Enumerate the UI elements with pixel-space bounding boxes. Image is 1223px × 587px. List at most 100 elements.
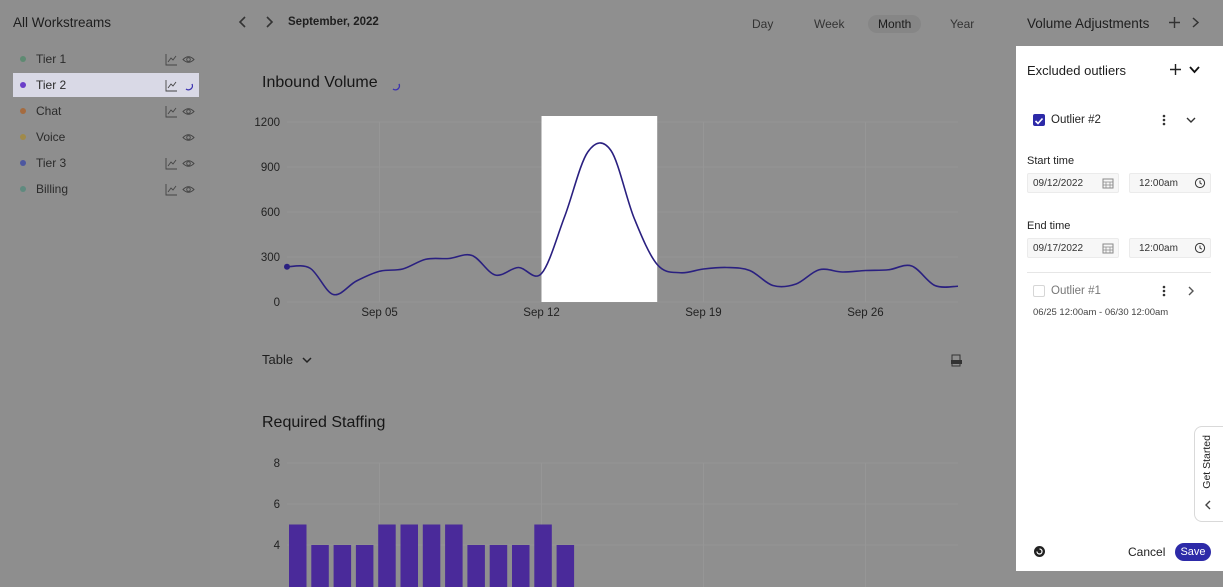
- add-outlier-icon[interactable]: [1169, 63, 1182, 76]
- more-vertical-icon[interactable]: [1158, 284, 1170, 298]
- bar: [534, 524, 552, 587]
- workstream-item-tier-2[interactable]: Tier 2: [13, 73, 199, 97]
- end-date-field[interactable]: 09/17/2022: [1027, 238, 1119, 258]
- panel-footer-strip: [1016, 571, 1223, 587]
- workstream-label: Voice: [36, 130, 66, 144]
- bar: [556, 545, 575, 587]
- more-vertical-icon[interactable]: [1158, 113, 1170, 127]
- y-tick-label: 0: [274, 297, 280, 309]
- bar: [489, 545, 508, 587]
- sidebar-title: All Workstreams: [13, 15, 112, 30]
- month-label: September, 2022: [288, 16, 379, 28]
- trend-chart-icon[interactable]: [165, 53, 178, 66]
- required-staffing-title: Required Staffing: [262, 414, 386, 431]
- workstream-item-chat[interactable]: Chat: [13, 99, 199, 123]
- workstream-label: Tier 1: [36, 52, 67, 66]
- x-tick-label: Sep 12: [523, 307, 559, 319]
- clock-icon: [1194, 177, 1206, 189]
- bar: [333, 545, 352, 587]
- start-date-field[interactable]: 09/12/2022: [1027, 173, 1119, 193]
- bar: [289, 524, 307, 587]
- workstream-color-dot: [20, 134, 26, 140]
- clock-icon: [1194, 242, 1206, 254]
- end-time-field[interactable]: 12:00am: [1129, 238, 1211, 258]
- bar: [355, 545, 374, 587]
- y-tick-label: 600: [261, 207, 280, 219]
- workstreams-sidebar: All Workstreams Tier 1 Tier 2 Chat Voice Tie…: [0, 0, 210, 587]
- loading-spinner-icon: [392, 83, 401, 91]
- workstream-label: Chat: [36, 104, 62, 118]
- eye-icon[interactable]: [182, 183, 195, 196]
- divider: [1027, 272, 1211, 273]
- eye-icon[interactable]: [182, 131, 195, 144]
- add-icon[interactable]: [1168, 16, 1181, 29]
- trend-chart-icon[interactable]: [165, 183, 178, 196]
- tab-week[interactable]: Week: [804, 15, 854, 33]
- tab-year[interactable]: Year: [940, 15, 984, 33]
- save-button[interactable]: Save: [1175, 543, 1211, 561]
- required-staffing-chart: 4 6 8: [274, 458, 958, 587]
- tab-month[interactable]: Month: [868, 15, 922, 33]
- workstream-color-dot: [20, 108, 26, 114]
- chevron-right-icon[interactable]: [1189, 16, 1202, 29]
- eye-icon[interactable]: [182, 53, 195, 66]
- loading-spinner-icon[interactable]: [182, 79, 195, 92]
- workstream-actions: [165, 183, 195, 196]
- workstream-color-dot: [20, 160, 26, 166]
- outlier2-label: Outlier #2: [1051, 114, 1101, 126]
- calendar-icon: [1102, 178, 1114, 189]
- bar: [422, 524, 441, 587]
- calendar-icon: [1102, 243, 1114, 254]
- workstream-actions: [165, 105, 195, 118]
- workstream-item-voice[interactable]: Voice: [13, 125, 199, 149]
- y-tick-label: 900: [261, 162, 280, 174]
- workstream-color-dot: [20, 56, 26, 62]
- checkmark-icon: [1034, 117, 1044, 125]
- x-tick-label: Sep 05: [361, 307, 397, 319]
- workstream-actions: [165, 79, 195, 92]
- workstream-actions: [182, 131, 195, 144]
- workstream-item-tier-1[interactable]: Tier 1: [13, 47, 199, 71]
- eye-icon[interactable]: [182, 157, 195, 170]
- workstream-actions: [165, 53, 195, 66]
- bar: [445, 524, 463, 587]
- inbound-volume-title: Inbound Volume: [262, 74, 378, 91]
- eye-icon[interactable]: [182, 105, 195, 118]
- bar: [400, 524, 418, 587]
- start-time-field[interactable]: 12:00am: [1129, 173, 1211, 193]
- chevron-down-icon[interactable]: [1188, 63, 1201, 76]
- chevron-down-icon[interactable]: [1185, 114, 1197, 126]
- tab-day[interactable]: Day: [742, 15, 783, 33]
- outlier1-checkbox[interactable]: [1033, 285, 1045, 297]
- workstream-item-billing[interactable]: Billing: [13, 177, 199, 201]
- get-started-tab[interactable]: Get Started: [1194, 426, 1223, 522]
- excluded-outliers-title: Excluded outliers: [1027, 63, 1126, 78]
- workstream-actions: [165, 157, 195, 170]
- chevron-left-icon[interactable]: [235, 14, 251, 30]
- chevron-right-icon[interactable]: [261, 14, 277, 30]
- start-time-value: 12:00am: [1139, 177, 1178, 189]
- undo-history-icon[interactable]: [1033, 545, 1046, 558]
- volume-adjustments-panel: Excluded outliers Outlier #2 Start time …: [1016, 46, 1223, 571]
- export-csv-icon[interactable]: [950, 354, 963, 367]
- trend-chart-icon[interactable]: [165, 79, 178, 92]
- chevron-down-icon: [302, 356, 312, 363]
- workstream-label: Tier 2: [36, 78, 67, 92]
- workstream-item-tier-3[interactable]: Tier 3: [13, 151, 199, 175]
- workstream-color-dot: [20, 186, 26, 192]
- outlier-highlight: [541, 116, 658, 302]
- y-tick-label: 1200: [254, 117, 280, 129]
- chevron-right-icon[interactable]: [1185, 285, 1197, 297]
- data-point: [284, 263, 290, 270]
- outlier2-checkbox[interactable]: [1033, 114, 1045, 126]
- table-toggle[interactable]: Table: [262, 352, 313, 367]
- x-tick-label: Sep 26: [847, 307, 883, 319]
- top-bar: September, 2022 Day Week Month Year: [210, 0, 1016, 46]
- table-toggle-label: Table: [262, 352, 294, 367]
- trend-chart-icon[interactable]: [165, 105, 178, 118]
- trend-chart-icon[interactable]: [165, 157, 178, 170]
- workstream-label: Billing: [36, 182, 69, 196]
- get-started-label: Get Started: [1201, 435, 1213, 489]
- cancel-button[interactable]: Cancel: [1128, 545, 1165, 559]
- end-time-label: End time: [1027, 220, 1071, 232]
